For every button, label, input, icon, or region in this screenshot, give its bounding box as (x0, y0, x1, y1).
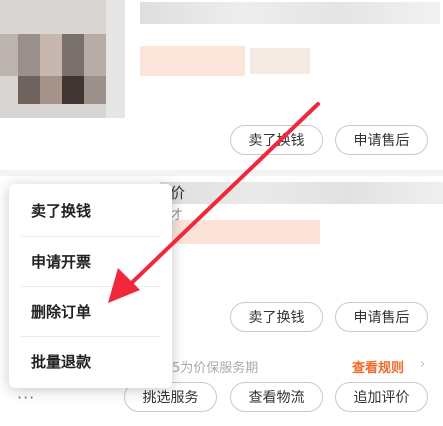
annotation-arrow-icon (108, 102, 320, 303)
